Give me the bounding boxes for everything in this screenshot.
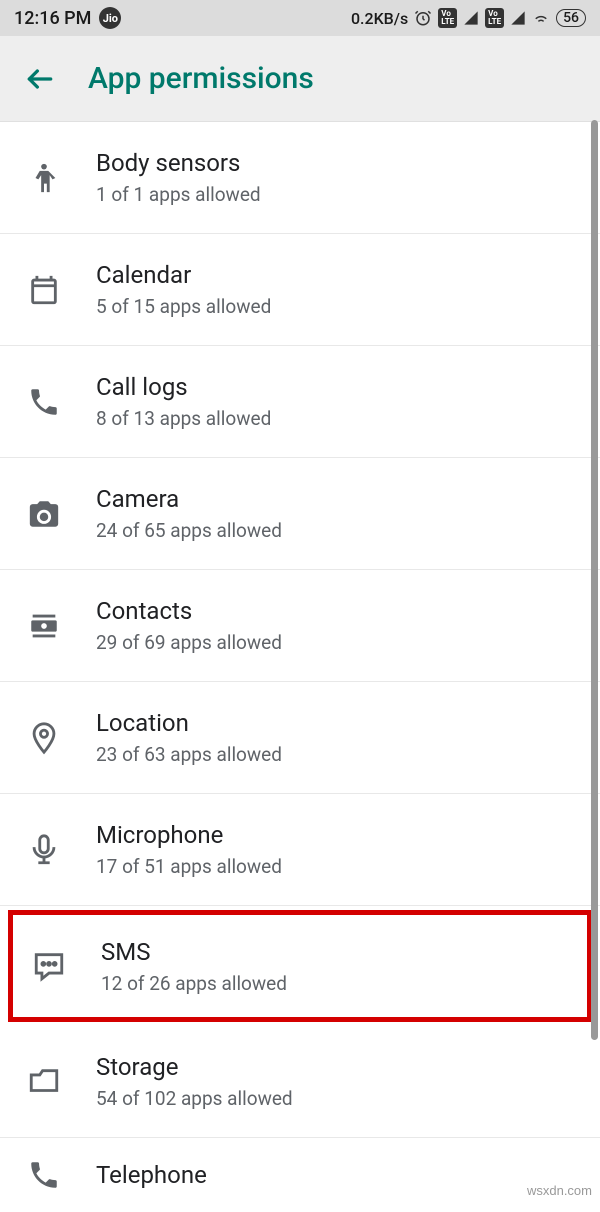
volte-badge-1: VoLTE	[438, 8, 457, 28]
permission-title: Storage	[96, 1053, 293, 1081]
alarm-icon	[414, 9, 432, 27]
permission-title: Contacts	[96, 597, 282, 625]
volte-badge-2: VoLTE	[485, 8, 504, 28]
battery-indicator: 56	[556, 9, 586, 27]
permission-title: Telephone	[96, 1161, 207, 1189]
scrollbar-thumb[interactable]	[591, 120, 598, 1040]
permission-sub: 29 of 69 apps allowed	[96, 631, 282, 654]
carrier-badge: Jio	[99, 7, 121, 29]
scrollbar[interactable]	[590, 120, 600, 1120]
permission-sub: 5 of 15 apps allowed	[96, 295, 271, 318]
permission-title: Camera	[96, 485, 282, 513]
permission-title: Location	[96, 709, 282, 737]
permission-item-call-logs[interactable]: Call logs 8 of 13 apps allowed	[0, 346, 600, 458]
permission-item-contacts[interactable]: Contacts 29 of 69 apps allowed	[0, 570, 600, 682]
status-left: 12:16 PM Jio	[14, 7, 121, 29]
page-title: App permissions	[88, 61, 314, 96]
status-right: 0.2KB/s VoLTE VoLTE 56	[351, 8, 586, 28]
microphone-icon	[20, 833, 68, 867]
permission-title: Call logs	[96, 373, 271, 401]
header: App permissions	[0, 36, 600, 122]
call-logs-icon	[20, 385, 68, 419]
calendar-icon	[20, 273, 68, 307]
contacts-icon	[20, 609, 68, 643]
sms-icon	[25, 949, 73, 983]
signal-icon-2	[510, 10, 526, 26]
permission-sub: 12 of 26 apps allowed	[101, 972, 287, 995]
permission-title: SMS	[101, 938, 287, 966]
status-bar: 12:16 PM Jio 0.2KB/s VoLTE VoLTE 56	[0, 0, 600, 36]
permission-item-calendar[interactable]: Calendar 5 of 15 apps allowed	[0, 234, 600, 346]
permission-item-body-sensors[interactable]: Body sensors 1 of 1 apps allowed	[0, 122, 600, 234]
body-sensors-icon	[20, 161, 68, 195]
signal-icon-1	[463, 10, 479, 26]
wifi-icon	[532, 9, 550, 27]
telephone-icon	[20, 1158, 68, 1192]
permission-sub: 17 of 51 apps allowed	[96, 855, 282, 878]
storage-icon	[20, 1065, 68, 1099]
permission-title: Calendar	[96, 261, 271, 289]
back-arrow-icon[interactable]	[24, 63, 56, 95]
permissions-list: Body sensors 1 of 1 apps allowed Calenda…	[0, 122, 600, 1212]
permission-item-microphone[interactable]: Microphone 17 of 51 apps allowed	[0, 794, 600, 906]
permission-item-location[interactable]: Location 23 of 63 apps allowed	[0, 682, 600, 794]
permission-sub: 24 of 65 apps allowed	[96, 519, 282, 542]
data-speed: 0.2KB/s	[351, 9, 408, 28]
permission-item-camera[interactable]: Camera 24 of 65 apps allowed	[0, 458, 600, 570]
permission-sub: 54 of 102 apps allowed	[96, 1087, 293, 1110]
permission-item-storage[interactable]: Storage 54 of 102 apps allowed	[0, 1026, 600, 1138]
camera-icon	[20, 497, 68, 531]
status-time: 12:16 PM	[14, 8, 91, 29]
location-icon	[20, 721, 68, 755]
permission-item-telephone[interactable]: Telephone	[0, 1138, 600, 1212]
permission-title: Microphone	[96, 821, 282, 849]
permission-item-sms[interactable]: SMS 12 of 26 apps allowed	[8, 910, 592, 1022]
permission-sub: 23 of 63 apps allowed	[96, 743, 282, 766]
watermark: wsxdn.com	[527, 1183, 592, 1198]
permission-sub: 1 of 1 apps allowed	[96, 183, 261, 206]
permission-sub: 8 of 13 apps allowed	[96, 407, 271, 430]
permission-title: Body sensors	[96, 149, 261, 177]
